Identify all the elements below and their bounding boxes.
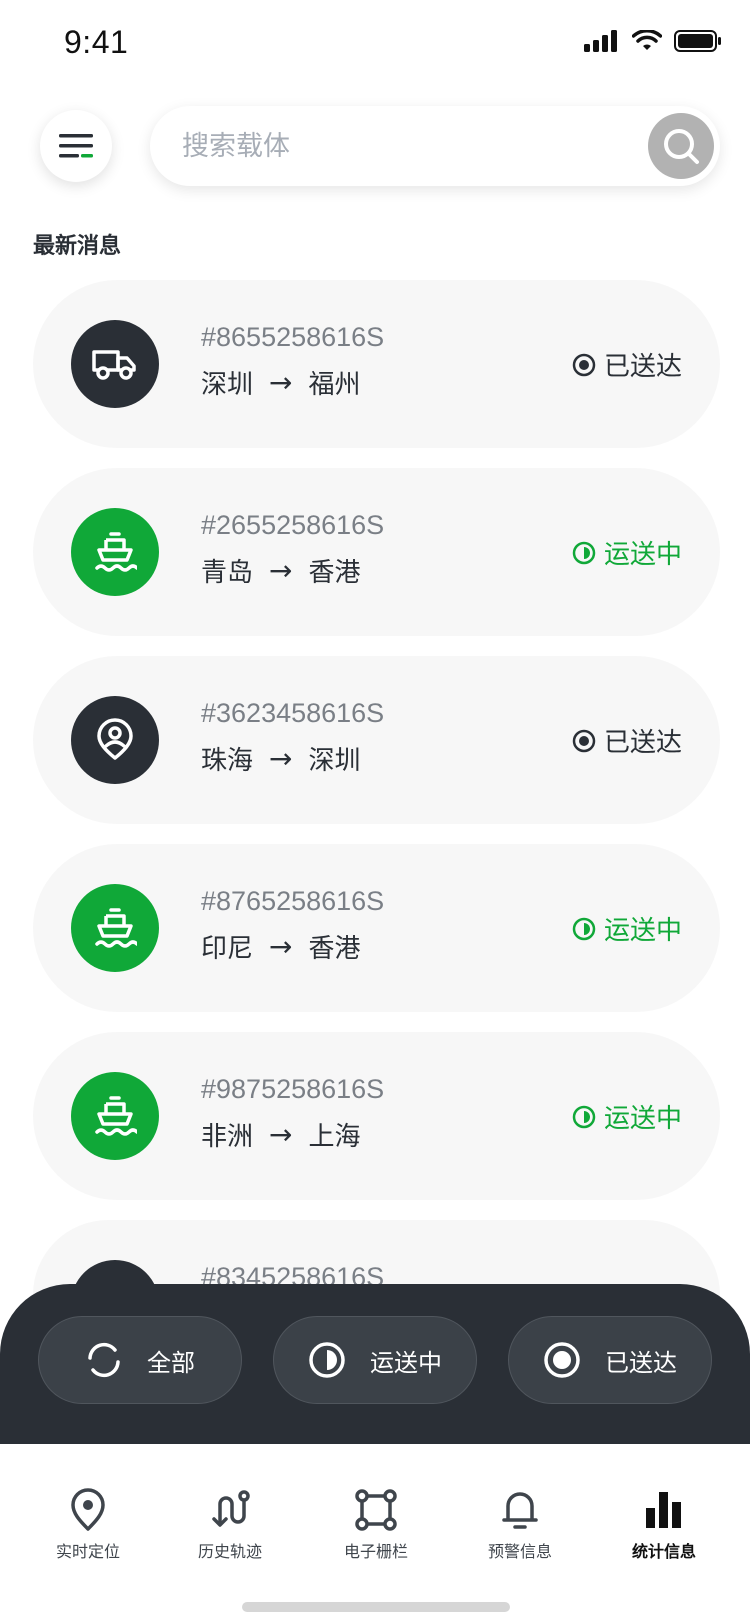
signal-icon xyxy=(584,30,617,52)
truck-icon xyxy=(92,350,136,380)
tab-statistics[interactable]: 统计信息 xyxy=(604,1488,724,1562)
menu-icon xyxy=(59,134,93,158)
filter-all-button[interactable]: 全部 xyxy=(38,1316,242,1404)
location-pin-icon xyxy=(97,718,133,760)
status-label: 运送中 xyxy=(603,540,682,570)
shipment-card[interactable]: #8655258616S 深圳 → 福州 已送达 xyxy=(33,280,720,448)
status-badge: 已送达 xyxy=(572,346,682,383)
shipment-list: #8655258616S 深圳 → 福州 已送达 #2655258616S 青岛… xyxy=(33,280,720,1370)
search-bar xyxy=(150,106,720,186)
search-button[interactable] xyxy=(648,113,714,179)
half-circle-icon xyxy=(309,1342,345,1378)
route-from: 青岛 xyxy=(201,558,254,588)
fence-icon xyxy=(355,1489,397,1531)
status-badge: 运送中 xyxy=(572,1098,682,1135)
battery-icon xyxy=(674,30,721,52)
route-icon xyxy=(212,1490,250,1527)
route-to: 上海 xyxy=(308,1122,361,1152)
bell-icon xyxy=(502,1492,538,1529)
status-time: 9:41 xyxy=(64,24,129,60)
shipment-avatar xyxy=(71,1072,159,1160)
route-to: 深圳 xyxy=(308,746,361,776)
route-from: 深圳 xyxy=(201,370,254,400)
shipment-route: 珠海 → 深圳 xyxy=(201,740,361,777)
shipment-code: #3623458616S xyxy=(201,698,385,728)
arrow-right-icon: → xyxy=(269,366,293,399)
status-label: 运送中 xyxy=(603,916,682,946)
section-title: 最新消息 xyxy=(33,234,122,259)
filter-label: 已送达 xyxy=(605,1348,677,1377)
ship-icon xyxy=(95,908,137,948)
shipment-route: 青岛 → 香港 xyxy=(201,552,361,589)
shipment-code: #8765258616S xyxy=(201,886,385,916)
shipment-avatar xyxy=(71,320,159,408)
ship-icon xyxy=(95,532,137,572)
status-badge: 已送达 xyxy=(572,722,682,759)
route-from: 印尼 xyxy=(201,934,254,964)
tab-geofence[interactable]: 电子栅栏 xyxy=(316,1488,436,1562)
status-label: 运送中 xyxy=(603,1104,682,1134)
tab-label: 实时定位 xyxy=(55,1542,120,1561)
shipment-avatar xyxy=(71,696,159,784)
tab-alerts[interactable]: 预警信息 xyxy=(460,1488,580,1562)
home-indicator xyxy=(242,1602,510,1612)
status-bar: 9:41 xyxy=(0,0,750,92)
shipment-code: #9875258616S xyxy=(201,1074,385,1104)
route-to: 香港 xyxy=(308,934,361,964)
in-transit-icon xyxy=(572,541,596,564)
filter-label: 运送中 xyxy=(370,1348,442,1377)
search-input[interactable] xyxy=(182,122,622,170)
shipment-card[interactable]: #2655258616S 青岛 → 香港 运送中 xyxy=(33,468,720,636)
tab-label: 预警信息 xyxy=(487,1542,552,1561)
target-icon xyxy=(544,1342,580,1378)
tab-history-track[interactable]: 历史轨迹 xyxy=(170,1488,290,1562)
shipment-code: #8655258616S xyxy=(201,322,385,352)
shipment-avatar xyxy=(71,884,159,972)
status-label: 已送达 xyxy=(603,728,682,758)
location-icon xyxy=(71,1488,105,1531)
arrow-right-icon: → xyxy=(269,554,293,587)
bar-chart-icon xyxy=(646,1492,681,1528)
route-from: 非洲 xyxy=(201,1122,254,1152)
route-from: 珠海 xyxy=(201,746,254,776)
shipment-card[interactable]: #3623458616S 珠海 → 深圳 已送达 xyxy=(33,656,720,824)
arrow-right-icon: → xyxy=(269,930,293,963)
tab-realtime-location[interactable]: 实时定位 xyxy=(28,1488,148,1562)
route-to: 香港 xyxy=(308,558,361,588)
arrow-right-icon: → xyxy=(269,742,293,775)
filter-label: 全部 xyxy=(147,1348,195,1377)
shipment-card[interactable]: #9875258616S 非洲 → 上海 运送中 xyxy=(33,1032,720,1200)
shipment-card[interactable]: #8765258616S 印尼 → 香港 运送中 xyxy=(33,844,720,1012)
delivered-dot-icon xyxy=(572,729,596,752)
shipment-route: 非洲 → 上海 xyxy=(201,1116,361,1153)
status-icons xyxy=(584,30,722,52)
bottom-tab-bar: 实时定位 历史轨迹 电子栅栏 预警信息 统计信息 xyxy=(0,1444,750,1624)
in-transit-icon xyxy=(572,917,596,940)
delivered-dot-icon xyxy=(572,353,596,376)
tab-label: 电子栅栏 xyxy=(343,1542,408,1561)
shipment-code: #2655258616S xyxy=(201,510,385,540)
status-badge: 运送中 xyxy=(572,910,682,947)
status-label: 已送达 xyxy=(603,352,682,382)
shipment-route: 深圳 → 福州 xyxy=(201,364,361,401)
tab-label: 历史轨迹 xyxy=(197,1542,262,1561)
filter-delivered-button[interactable]: 已送达 xyxy=(508,1316,712,1404)
shipment-route: 印尼 → 香港 xyxy=(201,928,361,965)
ship-icon xyxy=(95,1096,137,1136)
wifi-icon xyxy=(632,30,662,50)
shipment-avatar xyxy=(71,508,159,596)
refresh-icon xyxy=(88,1342,120,1378)
filter-in-transit-button[interactable]: 运送中 xyxy=(273,1316,477,1404)
route-to: 福州 xyxy=(308,370,361,400)
filter-panel: 全部 运送中 已送达 xyxy=(0,1284,750,1444)
search-icon xyxy=(664,129,699,164)
menu-button[interactable] xyxy=(40,110,112,182)
arrow-right-icon: → xyxy=(269,1118,293,1151)
tab-label: 统计信息 xyxy=(631,1542,696,1561)
in-transit-icon xyxy=(572,1105,596,1128)
status-badge: 运送中 xyxy=(572,534,682,571)
